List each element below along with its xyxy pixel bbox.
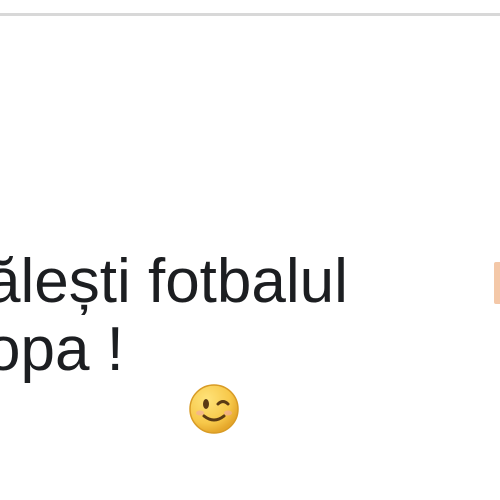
post-line-1: ălești fotbalul <box>0 247 348 316</box>
post-line-2: opa ! <box>0 315 124 384</box>
post-crop: ălești fotbalul opa ! <box>0 0 500 500</box>
winking-face-icon <box>189 384 239 434</box>
post-message: ălești fotbalul opa ! <box>0 248 348 384</box>
top-divider <box>0 13 500 16</box>
flag-icon <box>494 262 500 304</box>
